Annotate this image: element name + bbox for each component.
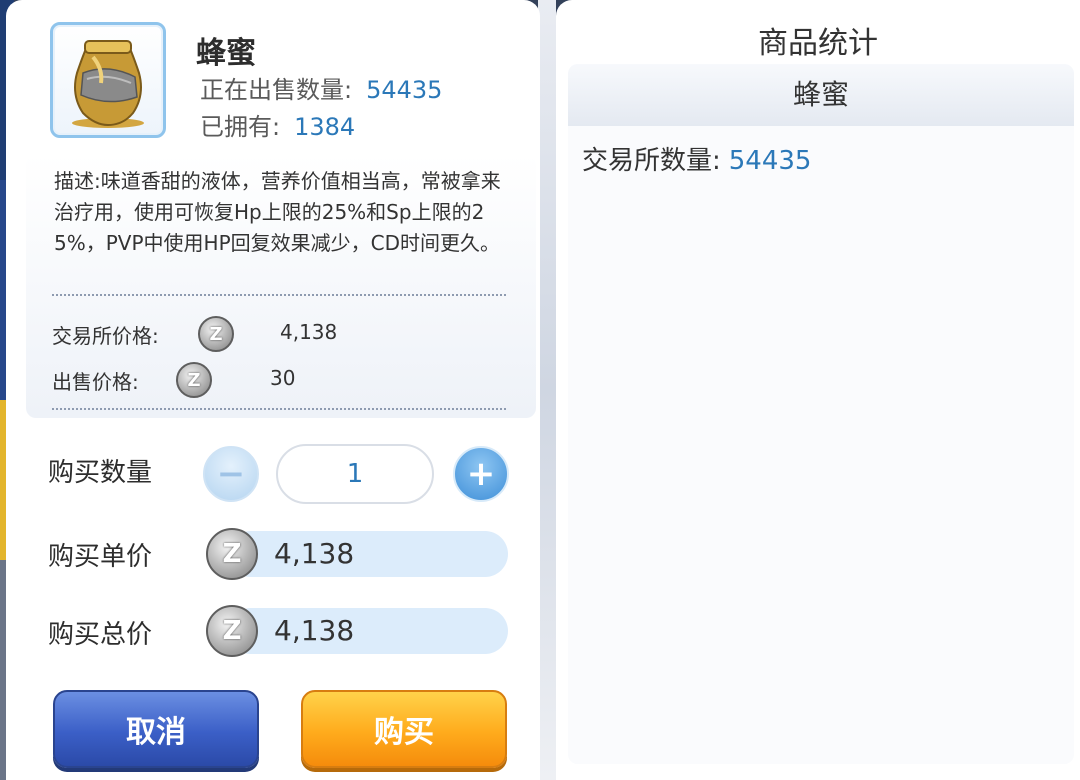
stats-content: 蜂蜜 交易所数量: 54435 — [568, 64, 1074, 764]
zeny-coin-icon: Z — [198, 316, 234, 352]
total-price-label: 购买总价 — [48, 620, 153, 650]
stats-title: 商品统计 — [758, 26, 878, 61]
exchange-quantity-label: 交易所数量: — [582, 146, 721, 176]
owned-row: 已拥有: 1384 — [200, 107, 355, 142]
zeny-coin-icon: Z — [206, 605, 258, 657]
stats-body — [568, 126, 1074, 764]
exchange-price-value: 4,138 — [280, 320, 338, 344]
stats-item-name: 蜂蜜 — [568, 64, 1074, 126]
exchange-price-label: 交易所价格: — [52, 324, 159, 348]
cancel-button[interactable]: 取消 — [53, 690, 259, 768]
item-description: 描述:味道香甜的液体，营养价值相当高，常被拿来治疗用，使用可恢复Hp上限的25%… — [54, 169, 501, 255]
divider — [52, 408, 506, 410]
owned-label: 已拥有: — [200, 113, 281, 141]
honey-jar-icon — [72, 40, 144, 128]
divider — [52, 294, 506, 296]
buy-button[interactable]: 购买 — [301, 690, 507, 768]
sell-price-label: 出售价格: — [52, 370, 139, 394]
decrease-quantity-button[interactable]: − — [203, 446, 259, 502]
sell-price-value: 30 — [270, 366, 296, 390]
on-sale-label: 正在出售数量: — [200, 76, 353, 104]
exchange-quantity-row: 交易所数量: 54435 — [582, 140, 811, 177]
quantity-label: 购买数量 — [48, 458, 153, 488]
total-price-value: 4,138 — [228, 608, 508, 654]
unit-price-value: 4,138 — [228, 531, 508, 577]
increase-quantity-button[interactable]: + — [453, 446, 509, 502]
panel-gap — [538, 0, 556, 780]
zeny-coin-icon: Z — [206, 528, 258, 580]
on-sale-row: 正在出售数量: 54435 — [200, 70, 442, 105]
owned-value: 1384 — [294, 113, 356, 141]
purchase-dialog: 蜂蜜 正在出售数量: 54435 已拥有: 1384 描述:味道香甜的液体，营养价值… — [6, 0, 540, 780]
zeny-coin-icon: Z — [176, 362, 212, 398]
on-sale-value: 54435 — [366, 76, 443, 104]
item-stats-panel: 商品统计 蜂蜜 交易所数量: 54435 — [556, 0, 1080, 780]
item-name: 蜂蜜 — [196, 36, 256, 71]
unit-price-label: 购买单价 — [48, 542, 153, 572]
quantity-input[interactable]: 1 — [276, 444, 434, 504]
exchange-quantity-value: 54435 — [728, 146, 812, 176]
description-box: 描述:味道香甜的液体，营养价值相当高，常被拿来治疗用，使用可恢复Hp上限的25%… — [26, 154, 536, 418]
item-icon-frame — [50, 22, 166, 138]
